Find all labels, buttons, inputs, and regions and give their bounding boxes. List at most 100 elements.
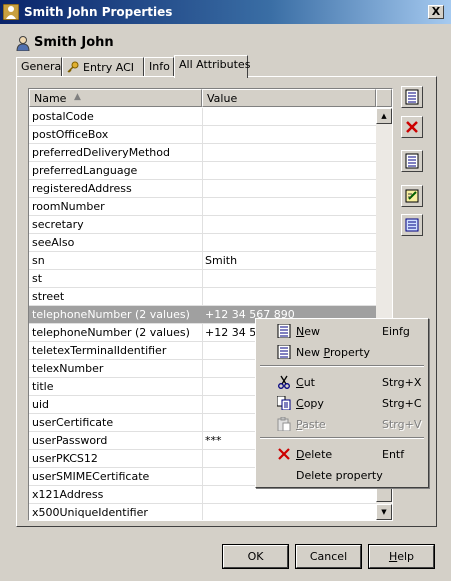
menu-item-delete[interactable]: Delete Entf [258, 444, 426, 464]
attribute-name-cell: uid [32, 398, 50, 411]
menu-item-new[interactable]: New Einfg [258, 321, 426, 341]
scroll-down-button[interactable]: ▼ [376, 504, 392, 520]
new-value-button[interactable] [401, 86, 423, 108]
help-button[interactable]: Help [368, 544, 435, 569]
window-title: Smith John Properties [24, 5, 173, 19]
attribute-value-cell[interactable]: Smith [205, 254, 373, 267]
attribute-name-cell: roomNumber [32, 200, 105, 213]
scroll-up-button[interactable]: ▲ [376, 108, 392, 124]
attribute-name-cell: x500UniqueIdentifier [32, 506, 148, 519]
menu-item-shortcut: Strg+V [382, 418, 422, 431]
tab-strip: General Entry ACI Info All Attributes [16, 55, 436, 78]
attribute-name-cell: teletexTerminalIdentifier [32, 344, 167, 357]
attribute-name-cell: sn [32, 254, 45, 267]
new-attribute-icon [405, 153, 419, 169]
menu-item-label: Cut [296, 376, 315, 389]
menu-item-shortcut: Strg+X [382, 376, 422, 389]
edit-button[interactable] [401, 185, 423, 207]
menu-item-label: New [296, 325, 320, 338]
attribute-name-cell: userSMIMECertificate [32, 470, 150, 483]
attribute-name-cell: userPKCS12 [32, 452, 98, 465]
attribute-name-cell: x121Address [32, 488, 104, 501]
table-row[interactable]: preferredDeliveryMethod [29, 144, 376, 162]
arrow-down-icon: ▼ [381, 508, 387, 516]
attribute-name-cell: registeredAddress [32, 182, 132, 195]
tab-all-attributes[interactable]: All Attributes [174, 55, 250, 78]
new-icon [277, 324, 291, 338]
table-row[interactable]: seeAlso [29, 234, 376, 252]
menu-item-label: Delete property [296, 469, 383, 482]
menu-item-cut[interactable]: Cut Strg+X [258, 372, 426, 392]
table-row[interactable]: street [29, 288, 376, 306]
table-row[interactable]: roomNumber [29, 198, 376, 216]
table-row[interactable]: secretary [29, 216, 376, 234]
attribute-name-cell: street [32, 290, 65, 303]
paste-icon [277, 417, 291, 431]
new-attribute-button[interactable] [401, 150, 423, 172]
new-value-icon [405, 89, 419, 105]
arrow-up-icon: ▲ [381, 112, 387, 120]
title-bar: Smith John Properties X [0, 0, 451, 24]
attribute-name-cell: postOfficeBox [32, 128, 109, 141]
attribute-name-cell: preferredDeliveryMethod [32, 146, 170, 159]
attribute-name-cell: seeAlso [32, 236, 75, 249]
tab-general[interactable]: General [16, 57, 65, 77]
attribute-name-cell: userCertificate [32, 416, 114, 429]
menu-item-paste[interactable]: Paste Strg+V [258, 414, 426, 434]
new-property-icon [277, 345, 291, 359]
scissors-icon [278, 375, 290, 389]
table-row[interactable]: preferredLanguage [29, 162, 376, 180]
attribute-name-cell: st [32, 272, 43, 285]
key-icon [67, 61, 79, 73]
column-header-label: Value [207, 92, 238, 105]
menu-item-shortcut: Entf [382, 448, 405, 461]
menu-item-label: Paste [296, 418, 326, 431]
menu-item-label: New Property [296, 346, 371, 359]
copy-icon [277, 396, 291, 410]
table-row[interactable]: x121Address [29, 486, 376, 504]
attribute-name-cell: secretary [32, 218, 84, 231]
menu-item-copy[interactable]: Copy Strg+C [258, 393, 426, 413]
header-corner [376, 89, 392, 107]
tab-label: Entry ACI [83, 61, 135, 74]
attribute-name-cell: telephoneNumber (2 values) [32, 308, 190, 321]
column-header-value[interactable]: Value [202, 89, 376, 107]
tab-info[interactable]: Info [144, 57, 174, 77]
app-icon [3, 4, 19, 20]
close-button[interactable]: X [428, 5, 444, 19]
table-row[interactable]: sn Smith [29, 252, 376, 270]
attribute-name-cell: title [32, 380, 54, 393]
ok-button[interactable]: OK [222, 544, 289, 569]
delete-value-button[interactable] [401, 116, 423, 138]
table-row[interactable]: postalCode [29, 108, 376, 126]
menu-item-delete-property[interactable]: Delete property [258, 465, 426, 485]
delete-icon [406, 121, 418, 133]
menu-item-shortcut: Strg+C [382, 397, 422, 410]
table-row[interactable]: x500UniqueIdentifier [29, 504, 376, 520]
table-row[interactable]: registeredAddress [29, 180, 376, 198]
cancel-button[interactable]: Cancel [295, 544, 362, 569]
menu-item-shortcut: Einfg [382, 325, 410, 338]
sort-ascending-icon: ▲ [74, 92, 81, 102]
menu-separator [260, 365, 424, 367]
properties-icon [405, 218, 419, 232]
delete-icon [278, 448, 290, 460]
user-name: Smith John [34, 35, 114, 50]
attribute-name-cell: telephoneNumber (2 values) [32, 326, 190, 339]
attribute-name-cell: preferredLanguage [32, 164, 138, 177]
close-icon: X [431, 5, 441, 18]
edit-icon [405, 189, 419, 203]
column-header-name[interactable]: Name ▲ [29, 89, 202, 107]
table-row[interactable]: postOfficeBox [29, 126, 376, 144]
column-header-label: Name [34, 92, 67, 105]
menu-separator [260, 437, 424, 439]
attribute-name-cell: userPassword [32, 434, 108, 447]
table-row[interactable]: st [29, 270, 376, 288]
menu-item-label: Copy [296, 397, 324, 410]
properties-button[interactable] [401, 214, 423, 236]
tab-label: General [21, 60, 65, 73]
table-header: Name ▲ Value [29, 89, 392, 107]
menu-item-new-property[interactable]: New Property [258, 342, 426, 362]
tab-entry-aci[interactable]: Entry ACI [62, 57, 144, 77]
context-menu: New Einfg New Property Cut Strg+X Copy S… [255, 318, 429, 488]
